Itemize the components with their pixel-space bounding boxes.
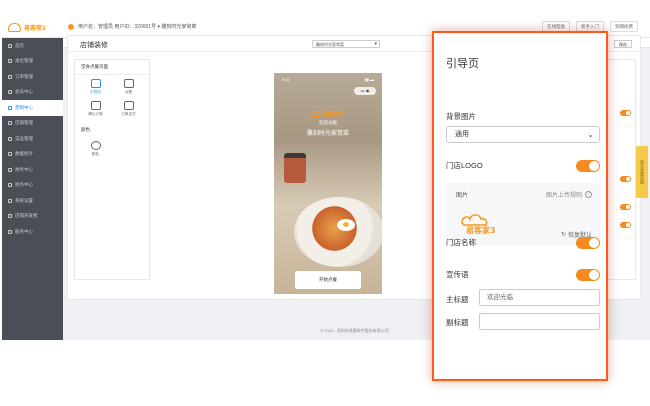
member-icon (8, 90, 12, 95)
user-avatar-icon (68, 23, 74, 30)
component-color[interactable]: 颜色 (79, 141, 112, 157)
component-confirm-order[interactable]: 确认订单 (79, 101, 112, 117)
slogan-label: 宣传语 (446, 270, 469, 279)
app-logo-text: 易客家3 (24, 25, 46, 32)
cloud-icon (123, 79, 134, 88)
bg-image-select[interactable]: 通用 ⌄ (446, 126, 600, 143)
color-section-title: 颜色 (81, 127, 90, 132)
phone-brand: 易客家3 (311, 109, 343, 118)
main-title-input[interactable]: 欢迎光临 (479, 289, 600, 306)
renew-button[interactable]: 到期续费 (610, 21, 638, 32)
sidebar-item-tables[interactable]: 桌位管理 (2, 54, 63, 70)
table-icon (8, 59, 12, 64)
main-title-label: 主标题 (446, 295, 469, 304)
user-info[interactable]: 用户名：管理员 用户ID：320001号 ▾ 雕刻时光家常菜 (68, 23, 196, 30)
component-payment[interactable]: 订单支付 (112, 101, 145, 117)
components-panel: 堂食点餐页面 引导页 点餐 确认订单 订单支付 颜色 颜色 (74, 59, 150, 280)
sidebar-item-stats[interactable]: 数据统计 (2, 147, 63, 163)
image-label: 图片 (456, 193, 469, 199)
logo-toggle[interactable] (576, 160, 600, 172)
sidebar-item-developer[interactable]: 店铺开发者 (2, 209, 63, 225)
logo-text: 易客家3 (466, 225, 496, 235)
bg-toggle-1 (620, 110, 631, 116)
slogan-toggle[interactable] (576, 269, 600, 281)
egg-image (337, 219, 355, 231)
bg-toggle-2 (620, 176, 631, 182)
sidebar-item-dishes[interactable]: 菜品管理 (2, 131, 63, 147)
user-info-text: 用户名：管理员 用户ID：320001号 ▾ 雕刻时光家常菜 (78, 24, 197, 30)
guide-page-icon (90, 79, 101, 88)
food-plate-image (294, 197, 382, 267)
dish-icon (8, 136, 12, 141)
bg-toggle-3 (620, 204, 631, 210)
miniapp-capsule-icon[interactable]: ••• ◉ (354, 87, 376, 95)
store-icon (8, 121, 12, 126)
guide-title: 引导页 (446, 58, 479, 70)
refresh-icon: ↻ (560, 232, 566, 238)
subtitle-label: 副标题 (446, 318, 469, 327)
sidebar-item-orders[interactable]: 订单管理 (2, 69, 63, 85)
store-select[interactable]: 雕刻时光家常菜 (312, 40, 380, 48)
phone-preview: 9:41 ▮▮ ▬ ••• ◉ 易客家3 欢迎光临 雕刻时光家常菜 开始点餐 (274, 73, 382, 294)
cloud-logo-icon (311, 110, 320, 117)
phone-status-bar: 9:41 ▮▮ ▬ (282, 77, 374, 82)
wallet-icon (8, 167, 12, 172)
wallet-icon (8, 183, 12, 188)
sidebar-item-store[interactable]: 店铺管理 (2, 116, 63, 132)
logo-label: 门店LOGO (446, 161, 483, 170)
page-title: 店铺装修 (80, 42, 108, 49)
store-name-toggle[interactable] (576, 237, 600, 249)
store-name-label: 门店名称 (446, 238, 476, 247)
phone-welcome: 欢迎光临 (319, 120, 337, 125)
phone-slogan: 雕刻时光家常菜 (306, 131, 349, 137)
order-icon (8, 74, 12, 79)
color-grid: 颜色 (75, 137, 149, 161)
sidebar-item-settings[interactable]: 系统设置 (2, 193, 63, 209)
upload-rules-link[interactable]: 图片上传规则 ? (546, 190, 592, 199)
home-icon (8, 43, 12, 48)
bg-toggle-4 (620, 222, 631, 228)
palette-icon (90, 141, 101, 150)
payment-icon (123, 101, 134, 110)
marketing-icon (8, 105, 12, 110)
signal-battery-icon: ▮▮ ▬ (364, 77, 374, 82)
sidebar-item-home[interactable]: 首页 (2, 38, 63, 54)
show-all-pages-tab[interactable]: 显示全部页面 (636, 146, 648, 198)
sidebar-item-marketing[interactable]: 营销中心 (2, 100, 63, 116)
bg-image-value: 通用 (455, 131, 469, 138)
components-grid: 引导页 点餐 确认订单 订单支付 (75, 75, 149, 121)
subtitle-input[interactable] (479, 313, 600, 330)
app-logo[interactable]: 易客家3 (8, 21, 45, 33)
components-title: 堂食点餐页面 (75, 60, 149, 75)
start-order-button[interactable]: 开始点餐 (295, 271, 361, 289)
sidebar: 首页 桌位管理 订单管理 会员中心 营销中心 店铺管理 菜品管理 数据统计 财务… (2, 38, 63, 340)
chevron-down-icon: ⌄ (587, 130, 594, 139)
code-icon (8, 214, 12, 219)
guide-page-settings: 引导页 背景图片 通用 ⌄ 门店LOGO 图片 图片上传规则 ? 易客家3 ↻ … (432, 31, 608, 381)
logo-preview[interactable]: 易客家3 (456, 207, 498, 235)
service-icon (8, 229, 12, 234)
sidebar-item-finance-2[interactable]: 财务中心 (2, 178, 63, 194)
bg-image-label: 背景图片 (446, 112, 476, 121)
sidebar-item-finance[interactable]: 财务中心 (2, 162, 63, 178)
save-button[interactable]: 保存 (614, 40, 632, 48)
chart-icon (8, 152, 12, 157)
sauce-jar-image (284, 153, 306, 183)
logo-upload-card: 图片 图片上传规则 ? 易客家3 ↻ 恢复默认 (445, 183, 600, 245)
component-guide[interactable]: 引导页 (79, 79, 112, 95)
phone-time: 9:41 (282, 77, 290, 82)
cloud-logo-icon (8, 22, 21, 32)
phone-brand-text: 易客家3 (322, 112, 344, 118)
document-icon (90, 101, 101, 110)
logo-image: 易客家3 (461, 214, 496, 235)
component-order[interactable]: 点餐 (112, 79, 145, 95)
help-icon: ? (585, 191, 592, 198)
sidebar-item-service[interactable]: 服务中心 (2, 224, 63, 240)
gear-icon (8, 198, 12, 203)
sidebar-item-members[interactable]: 会员中心 (2, 85, 63, 101)
